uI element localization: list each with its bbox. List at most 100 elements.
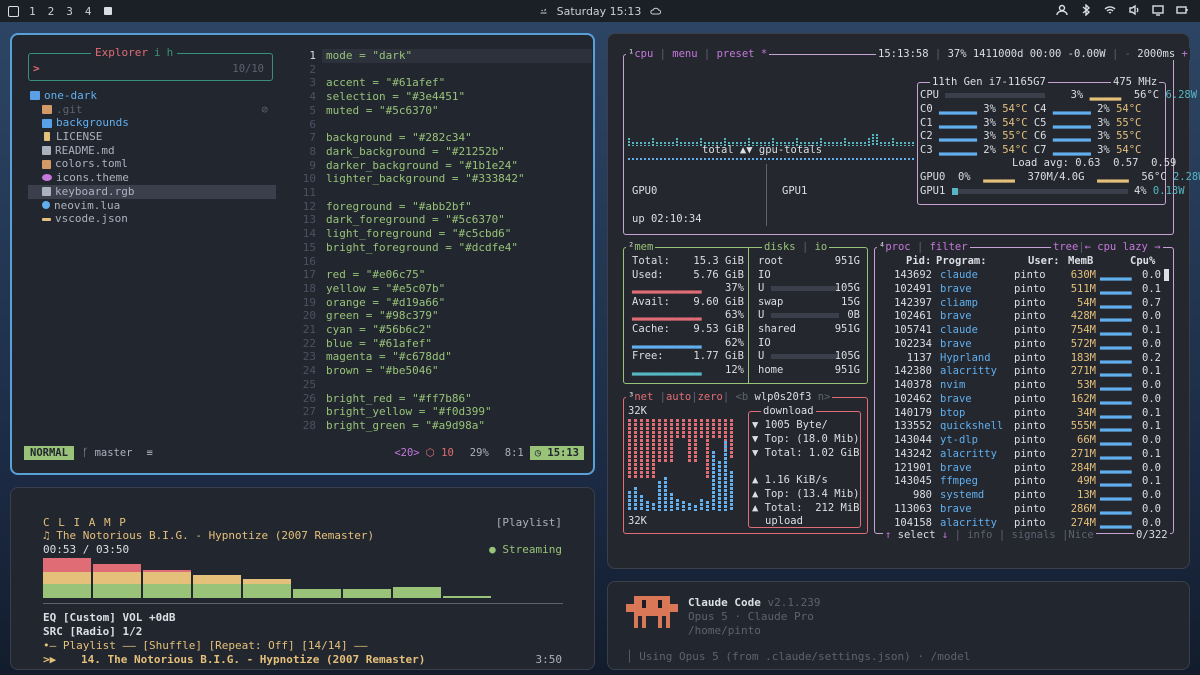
code-line[interactable]: bright_green = "#a9d98a" — [326, 419, 485, 433]
code-line[interactable]: muted = "#5c6370" — [326, 104, 439, 118]
code-line[interactable]: green = "#98c379" — [326, 309, 439, 323]
code-line[interactable]: lighter_background = "#333842" — [326, 172, 525, 186]
proc-column-header[interactable]: User: — [1028, 255, 1060, 269]
proc-column-header[interactable]: Cpu% — [1130, 255, 1155, 269]
explorer-search[interactable]: Explorer i h > 10/10 — [28, 46, 273, 81]
clock[interactable]: Saturday 15:13 — [539, 5, 662, 18]
process-row[interactable]: 102462 brave pinto 162M 0.0 ▂▂▂▂▂ — [884, 393, 1166, 406]
update-interval[interactable]: 2000ms — [1137, 48, 1175, 60]
eq-volume[interactable]: EQ [Custom] VOL +0dB — [43, 611, 175, 624]
code-line[interactable]: dark_foreground = "#5c6370" — [326, 213, 505, 227]
code-line[interactable]: darker_background = "#1b1e24" — [326, 159, 518, 173]
process-row[interactable]: 133552 quickshell pinto 555M 0.1 ▂▂▂▂▂ — [884, 420, 1166, 433]
process-row[interactable]: 102491 brave pinto 511M 0.1 ▂▂▂▂▂ — [884, 283, 1166, 296]
process-row[interactable]: 121901 brave pinto 284M 0.0 ▂▂▂▂▂ — [884, 462, 1166, 475]
code-line[interactable]: magenta = "#c678dd" — [326, 350, 452, 364]
volume-icon[interactable] — [1128, 4, 1140, 16]
workspace-3[interactable]: 3 — [66, 5, 73, 18]
process-row[interactable]: 102234 brave pinto 572M 0.0 ▂▂▂▂▂ — [884, 338, 1166, 351]
code-line[interactable]: red = "#e06c75" — [326, 268, 425, 282]
code-line[interactable]: selection = "#3e4451" — [326, 90, 465, 104]
tree-file[interactable]: neovim.lua — [28, 199, 276, 213]
btop-window[interactable]: ¹cpu | menu | preset * 15:13:58 | 37% 14… — [607, 33, 1200, 569]
process-cell: 0.1 — [1142, 447, 1161, 460]
code-line[interactable]: mode = "dark" — [326, 49, 412, 63]
process-row[interactable]: 980 systemd pinto 13M 0.0 ▂▂▂▂▂ — [884, 489, 1166, 502]
process-row[interactable]: 143045 ffmpeg pinto 49M 0.1 ▂▂▂▂▂ — [884, 475, 1166, 488]
workspace-switcher-icon[interactable] — [8, 5, 19, 17]
code-line[interactable]: yellow = "#e5c07b" — [326, 282, 445, 296]
code-line[interactable]: dark_background = "#21252b" — [326, 145, 505, 159]
tree-file[interactable]: README.md — [28, 144, 276, 158]
workspace-2[interactable]: 2 — [48, 5, 55, 18]
bluetooth-icon[interactable] — [1080, 4, 1092, 16]
claude-code-window[interactable]: Claude Code v2.1.239 Opus 5 · Claude Pro… — [607, 581, 1190, 670]
process-row[interactable]: 143242 alacritty pinto 271M 0.1 ▂▂▂▂▂ — [884, 448, 1166, 461]
net-interface[interactable]: wlp0s20f3 — [755, 391, 812, 403]
source-selector[interactable]: SRC [Radio] 1/2 — [43, 625, 142, 638]
process-row[interactable]: 140378 nvim pinto 53M 0.0 ▂▂▂▂▂ — [884, 379, 1166, 392]
tree-file[interactable]: icons.theme — [28, 171, 276, 185]
process-cpu-graph: ▂▂▂▂▂ — [1100, 337, 1132, 350]
tree-item-label: README.md — [55, 143, 115, 157]
explorer-hidden-toggle[interactable]: i — [154, 46, 161, 59]
process-cell: 13M — [1077, 489, 1096, 501]
code-line[interactable]: accent = "#61afef" — [326, 76, 445, 90]
code-line[interactable]: blue = "#61afef" — [326, 337, 432, 351]
tree-file[interactable]: colors.toml — [28, 157, 276, 171]
battery-icon[interactable] — [1176, 4, 1188, 16]
code-line[interactable]: bright_red = "#ff7b86" — [326, 392, 472, 406]
disk-size: 15G — [841, 295, 860, 308]
process-cell: 0.0 — [1142, 392, 1161, 405]
net-dl-rate-value: 1005 Byte/ — [764, 419, 828, 431]
proc-column-header[interactable]: Program: — [936, 255, 987, 269]
mem-percent: 62% — [725, 336, 744, 349]
claude-model: Opus 5 · Claude Pro — [688, 610, 814, 623]
workspace-1[interactable]: 1 — [29, 5, 36, 18]
tree-folder[interactable]: backgrounds — [28, 116, 276, 130]
buffer-list-icon[interactable]: ≡ — [147, 447, 153, 459]
code-line[interactable]: brown = "#be5046" — [326, 364, 439, 378]
workspace-4[interactable]: 4 — [85, 5, 92, 18]
disk-row: shared 951G — [758, 323, 860, 337]
proc-column-header[interactable]: Pid: — [906, 255, 931, 269]
proc-scrollbar[interactable] — [1164, 269, 1169, 281]
cliamp-window[interactable]: C L I A M P [Playlist] ♫ The Notorious B… — [10, 487, 595, 670]
tree-file[interactable]: keyboard.rgb — [28, 184, 276, 199]
proc-column-header[interactable]: MemB — [1068, 255, 1093, 269]
process-cell: 183M — [1070, 351, 1096, 364]
process-row[interactable]: 143044 yt-dlp pinto 66M 0.0 ▂▂▂▂▂ — [884, 434, 1166, 447]
tree-file[interactable]: .git ⊘ — [28, 103, 276, 117]
neovim-window[interactable]: Explorer i h > 10/10 one-dark .git ⊘ backgr… — [10, 33, 595, 475]
process-row[interactable]: 104158 alacritty pinto 274M 0.0 ▂▂▂▂▂ — [884, 517, 1166, 530]
code-line[interactable]: cyan = "#56b6c2" — [326, 323, 432, 337]
user-icon[interactable] — [1056, 4, 1068, 16]
process-row[interactable]: 1137 Hyprland pinto 183M 0.2 ▂▂▂▂▂ — [884, 352, 1166, 365]
code-line[interactable]: foreground = "#abb2bf" — [326, 200, 472, 214]
process-row[interactable]: 143692 claude pinto 630M 0.0 ▂▂▂▂▂ — [884, 269, 1166, 282]
explorer-ignored-toggle[interactable]: h — [167, 46, 174, 59]
playlist-button[interactable]: [Playlist] — [496, 516, 562, 529]
process-row[interactable]: 142397 cliamp pinto 54M 0.7 ▂▂▂▂▂ — [884, 297, 1166, 310]
code-line[interactable]: bright_foreground = "#dcdfe4" — [326, 241, 518, 255]
process-cpu-graph: ▂▂▂▂▂ — [1100, 475, 1132, 488]
process-row[interactable]: 102461 brave pinto 428M 0.0 ▂▂▂▂▂ — [884, 310, 1166, 323]
process-row[interactable]: 113063 brave pinto 286M 0.0 ▂▂▂▂▂ — [884, 503, 1166, 516]
process-row[interactable]: 142380 alacritty pinto 271M 0.1 ▂▂▂▂▂ — [884, 365, 1166, 378]
code-line[interactable]: bright_yellow = "#f0d399" — [326, 405, 492, 419]
tree-file[interactable]: vscode.json — [28, 212, 276, 226]
code-line[interactable]: background = "#282c34" — [326, 131, 472, 145]
monitor-icon[interactable] — [1152, 4, 1164, 16]
process-row[interactable]: 140179 btop pinto 34M 0.1 ▂▂▂▂▂ — [884, 407, 1166, 420]
wifi-icon[interactable] — [1104, 4, 1116, 16]
proc-box-sort[interactable]: tree|← cpu lazy → — [1051, 241, 1163, 253]
playlist-current-item[interactable]: 14. The Notorious B.I.G. - Hypnotize (20… — [81, 653, 425, 666]
process-row[interactable]: 105741 claude pinto 754M 0.1 ▂▂▂▂▂ — [884, 324, 1166, 337]
workspace-active-indicator[interactable] — [103, 7, 112, 15]
mem-percent: 63% — [725, 309, 744, 322]
tree-file[interactable]: LICENSE — [28, 130, 276, 144]
code-line[interactable]: light_foreground = "#c5cbd6" — [326, 227, 511, 241]
core-name: C3 — [920, 143, 933, 156]
code-line[interactable]: orange = "#d19a66" — [326, 296, 445, 310]
tree-folder[interactable]: one-dark — [28, 89, 276, 103]
